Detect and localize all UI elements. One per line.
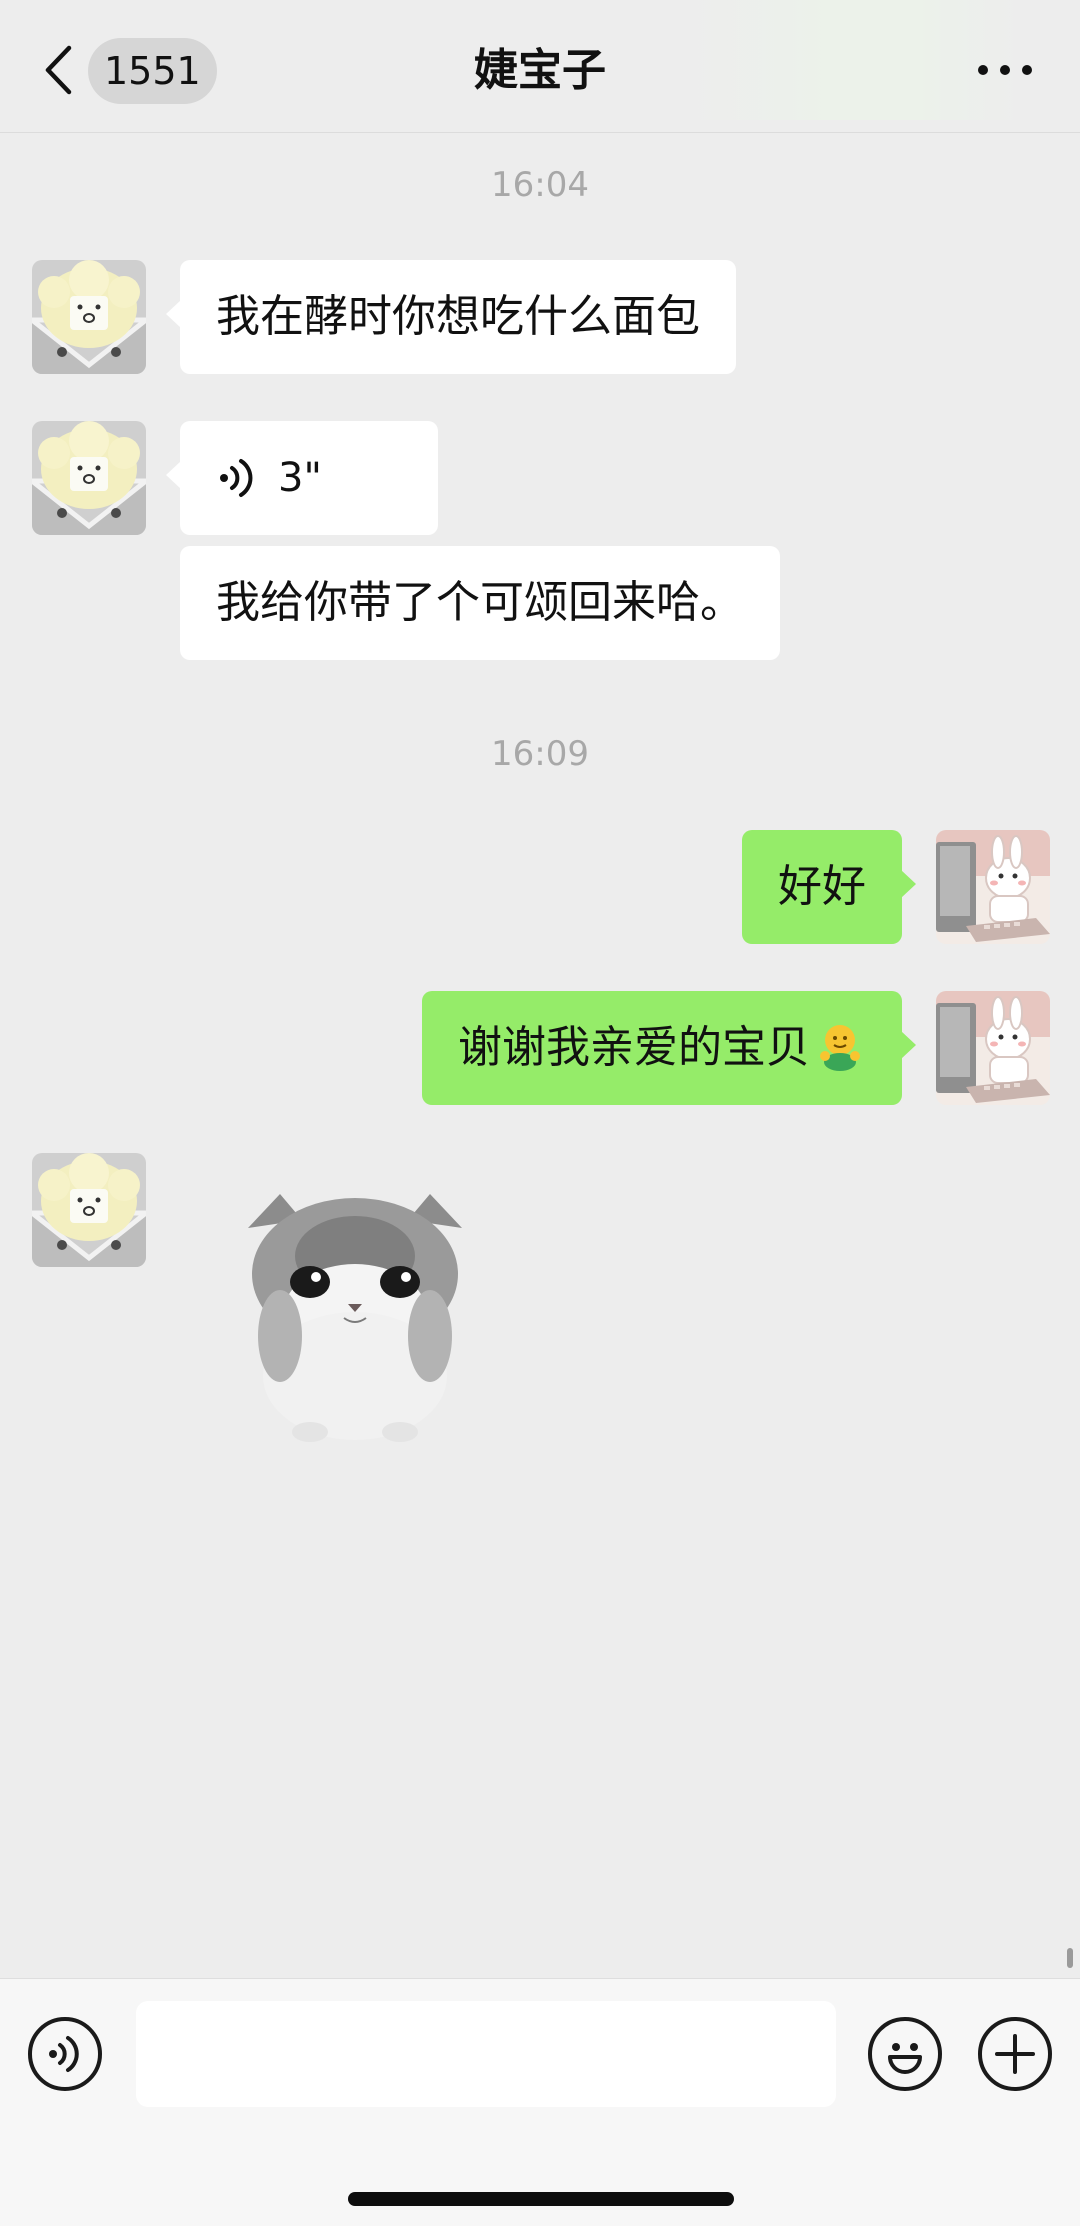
home-indicator[interactable] — [348, 2192, 734, 2206]
bunny-computer-avatar-icon — [936, 991, 1050, 1105]
hug-emoji-icon — [820, 1025, 860, 1071]
fluffy-dog-avatar-icon — [32, 1153, 146, 1267]
contact-avatar[interactable] — [32, 1153, 146, 1267]
fluffy-dog-avatar-icon — [32, 260, 146, 374]
more-options-button[interactable] — [970, 50, 1040, 90]
incoming-message-bubble[interactable]: 我给你带了个可颂回来哈。 — [180, 546, 780, 660]
contact-avatar[interactable] — [32, 260, 146, 374]
outgoing-message-bubble[interactable]: 好好 — [742, 830, 916, 944]
timestamp: 16:09 — [491, 734, 589, 774]
my-avatar[interactable] — [936, 830, 1050, 944]
chat-header: 1551 婕宝子 — [0, 0, 1080, 133]
chat-title: 婕宝子 — [474, 45, 606, 96]
kitten-sticker-image — [248, 1194, 462, 1442]
outgoing-message-text: 谢谢我亲爱的宝贝 — [458, 1022, 810, 1073]
voice-mode-icon — [49, 2036, 79, 2072]
voice-duration: 3" — [278, 455, 322, 501]
kitten-sticker[interactable] — [240, 1186, 470, 1446]
more-functions-button[interactable] — [978, 2017, 1052, 2091]
contact-avatar[interactable] — [32, 421, 146, 535]
voice-wave-icon — [220, 459, 253, 497]
message-input[interactable] — [136, 2001, 836, 2107]
more-dots-icon — [978, 65, 1032, 75]
unread-count-badge[interactable]: 1551 — [88, 38, 217, 104]
incoming-message-bubble[interactable]: 我在酵时你想吃什么面包 — [166, 260, 736, 374]
emoji-face-icon — [888, 2043, 922, 2074]
voice-mode-button[interactable] — [28, 2017, 102, 2091]
outgoing-message-bubble[interactable]: 谢谢我亲爱的宝贝 — [422, 991, 916, 1105]
scrollbar-thumb[interactable] — [1067, 1948, 1073, 1968]
voice-message-bubble[interactable]: 3" — [166, 421, 438, 535]
chevron-left-icon — [45, 45, 72, 95]
back-button[interactable] — [38, 42, 78, 98]
emoji-button[interactable] — [868, 2017, 942, 2091]
fluffy-dog-avatar-icon — [32, 421, 146, 535]
my-avatar[interactable] — [936, 991, 1050, 1105]
bunny-computer-avatar-icon — [936, 830, 1050, 944]
plus-icon — [995, 2034, 1035, 2074]
timestamp: 16:04 — [491, 165, 589, 205]
input-bar — [0, 1978, 1080, 2226]
